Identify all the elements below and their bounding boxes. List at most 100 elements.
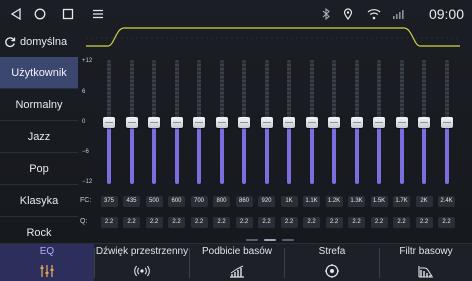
preset-jazz[interactable]: Jazz — [0, 121, 78, 153]
tab-bass-boost[interactable]: Podbicie basów — [190, 244, 284, 281]
eq-band-slider[interactable] — [417, 60, 431, 184]
eq-band-slider[interactable] — [372, 60, 386, 184]
fc-value[interactable]: 700 — [190, 196, 208, 207]
slider-fill — [174, 122, 179, 184]
eq-band-slider[interactable] — [327, 60, 341, 184]
fc-value[interactable]: 1.2K — [325, 196, 343, 207]
back-icon[interactable] — [8, 6, 24, 22]
fc-value[interactable]: 500 — [145, 196, 163, 207]
slider-knob[interactable] — [260, 117, 273, 128]
tab-bass-filter[interactable]: Filtr basowy — [380, 244, 472, 281]
fc-value[interactable]: 2.4K — [438, 196, 455, 207]
fc-value[interactable]: 1.1K — [303, 196, 320, 207]
q-value[interactable]: 2.2 — [213, 217, 230, 228]
slider-fill — [107, 122, 111, 184]
preset-label: Klasyka — [19, 194, 59, 207]
q-value[interactable]: 2.2 — [123, 217, 140, 228]
fc-value[interactable]: 920 — [258, 196, 275, 207]
slider-knob[interactable] — [440, 117, 453, 128]
slider-knob[interactable] — [103, 117, 115, 128]
eq-band-slider[interactable] — [147, 60, 161, 184]
q-value[interactable]: 2.2 — [438, 217, 455, 228]
q-value[interactable]: 2.2 — [190, 217, 208, 228]
q-value[interactable]: 2.2 — [145, 217, 163, 228]
eq-band-slider[interactable] — [237, 60, 251, 184]
eq-band-slider[interactable] — [260, 60, 274, 184]
slider-fill — [399, 122, 404, 184]
slider-knob[interactable] — [238, 117, 250, 128]
fc-value[interactable]: 1K — [280, 196, 298, 207]
slider-knob[interactable] — [193, 117, 205, 128]
recents-icon[interactable] — [60, 6, 76, 22]
fc-value[interactable]: 1.7K — [393, 196, 410, 207]
tab-surround[interactable]: Dźwięk przestrzenny — [95, 244, 189, 281]
q-value[interactable]: 2.2 — [303, 217, 320, 228]
fc-value[interactable]: 860 — [235, 196, 253, 207]
preset-classic[interactable]: Klasyka — [0, 185, 78, 217]
gain-tick: −6 — [82, 149, 89, 155]
slider-knob[interactable] — [395, 117, 408, 128]
fc-value[interactable]: 375 — [100, 196, 118, 207]
slider-knob[interactable] — [148, 117, 160, 128]
eq-band-slider[interactable] — [102, 60, 116, 184]
fc-value[interactable]: 800 — [213, 196, 230, 207]
q-value[interactable]: 2.2 — [168, 217, 185, 228]
eq-band-slider[interactable] — [350, 60, 364, 184]
fc-value[interactable]: 2K — [415, 196, 433, 207]
slider-knob[interactable] — [283, 117, 295, 128]
eq-band-slider[interactable] — [125, 60, 139, 184]
home-icon[interactable] — [32, 6, 48, 22]
q-value[interactable]: 2.2 — [235, 217, 253, 228]
preset-label: Jazz — [27, 130, 51, 143]
tab-label: EQ — [39, 246, 55, 257]
q-value[interactable]: 2.2 — [415, 217, 433, 228]
fc-value[interactable]: 1.5K — [370, 196, 388, 207]
tab-zone[interactable]: Strefa — [285, 244, 379, 281]
zone-icon — [324, 264, 340, 278]
preset-label: Użytkownik — [11, 66, 67, 79]
q-value[interactable]: 2.2 — [280, 217, 298, 228]
q-value[interactable]: 2.2 — [370, 217, 388, 228]
page-indicator-dot — [282, 239, 294, 241]
q-value[interactable]: 2.2 — [325, 217, 343, 228]
q-row-label: Q: — [80, 218, 88, 225]
tab-label: Podbicie basów — [201, 246, 273, 257]
fc-value[interactable]: 435 — [123, 196, 140, 207]
slider-fill — [377, 122, 381, 184]
preset-default-button[interactable]: domyślna — [0, 28, 78, 56]
eq-band-slider[interactable] — [215, 60, 229, 184]
gain-tick: −12 — [82, 179, 93, 185]
eq-band-slider[interactable] — [170, 60, 184, 184]
preset-normal[interactable]: Normalny — [0, 89, 78, 121]
menu-icon[interactable] — [90, 6, 106, 22]
q-value[interactable]: 2.2 — [393, 217, 410, 228]
fc-value[interactable]: 600 — [168, 196, 185, 207]
eq-band-slider[interactable] — [395, 60, 409, 184]
slider-fill — [129, 122, 134, 184]
slider-knob[interactable] — [170, 117, 183, 128]
slider-fill — [444, 122, 449, 184]
slider-knob[interactable] — [305, 117, 318, 128]
slider-knob[interactable] — [418, 117, 430, 128]
slider-knob[interactable] — [328, 117, 340, 128]
tab-eq[interactable]: EQ — [0, 244, 94, 281]
eq-band-slider[interactable] — [440, 60, 454, 184]
slider-knob[interactable] — [350, 117, 363, 128]
slider-knob[interactable] — [373, 117, 385, 128]
slider-fill — [219, 122, 224, 184]
q-value[interactable]: 2.2 — [348, 217, 365, 228]
gain-tick: 6 — [82, 89, 86, 95]
eq-band-slider[interactable] — [305, 60, 319, 184]
slider-knob[interactable] — [215, 117, 228, 128]
eq-band-slider[interactable] — [282, 60, 296, 184]
preset-user[interactable]: Użytkownik — [0, 57, 78, 89]
bass-boost-icon — [229, 264, 245, 278]
fc-value[interactable]: 1.3K — [348, 196, 365, 207]
slider-knob[interactable] — [125, 117, 138, 128]
tab-label: Dźwięk przestrzenny — [95, 246, 189, 257]
preset-pop[interactable]: Pop — [0, 153, 78, 185]
slider-fill — [242, 122, 246, 184]
eq-band-slider[interactable] — [192, 60, 206, 184]
q-value[interactable]: 2.2 — [258, 217, 275, 228]
q-value[interactable]: 2.2 — [100, 217, 118, 228]
